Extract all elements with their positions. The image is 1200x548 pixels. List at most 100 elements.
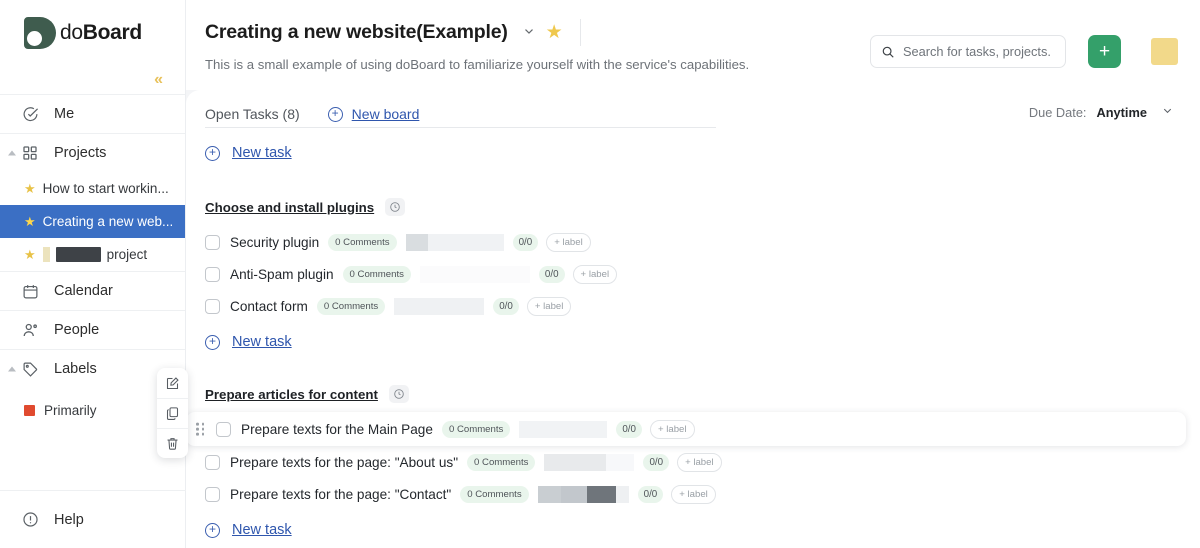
task-checkbox[interactable] — [205, 266, 220, 282]
search-icon — [881, 45, 895, 59]
sidebar-collapse-row: « — [0, 66, 185, 94]
comments-badge[interactable]: 0 Comments — [467, 453, 536, 471]
task-group-prepare-articles-for-content: Prepare articles for content Prepare tex… — [186, 385, 1200, 542]
new-board-label: New board — [351, 106, 420, 122]
chevron-down-icon[interactable] — [522, 24, 536, 41]
sidebar-item-label: Me — [54, 106, 75, 122]
group-title[interactable]: Prepare articles for content — [205, 387, 378, 402]
page-title: Creating a new website(Example) — [205, 20, 508, 43]
sidebar-project-label: Creating a new web... — [42, 214, 174, 229]
add-label-button[interactable]: + label — [526, 296, 572, 316]
drag-handle-icon[interactable] — [196, 422, 205, 436]
sidebar-item-calendar[interactable]: Calendar — [0, 271, 185, 310]
group-header: Choose and install plugins — [186, 198, 1200, 216]
task-name: Prepare texts for the page: "Contact" — [230, 486, 452, 502]
caret-up-icon — [8, 150, 16, 156]
avatar[interactable] — [1151, 38, 1178, 65]
comments-badge[interactable]: 0 Comments — [342, 265, 411, 283]
add-label-button[interactable]: + label — [649, 419, 695, 439]
new-task-button-group-1[interactable]: + New task — [186, 330, 1200, 354]
floating-toolbar — [157, 368, 188, 458]
info-circle-icon — [22, 511, 44, 528]
table-row[interactable]: Prepare texts for the page: "About us" 0… — [186, 446, 1200, 478]
table-row[interactable]: Prepare texts for the Main Page 0 Commen… — [186, 412, 1186, 446]
task-checkbox[interactable] — [216, 421, 231, 437]
sidebar-item-label: Projects — [54, 145, 107, 161]
people-icon — [22, 321, 44, 339]
add-button[interactable]: + — [1088, 35, 1121, 68]
comments-badge[interactable]: 0 Comments — [460, 485, 529, 503]
task-checkbox[interactable] — [205, 298, 220, 314]
tabs-row: Open Tasks (8) + New board Due Date: Any… — [186, 90, 1200, 128]
table-row[interactable]: Prepare texts for the page: "Contact" 0 … — [186, 478, 1200, 510]
sidebar: doBoard « Me Projects ★ How to start wor… — [0, 0, 186, 548]
favorite-star-icon[interactable]: ★ — [546, 21, 563, 44]
table-row[interactable]: Security plugin 0 Comments 0/0 + label — [186, 226, 1200, 258]
sidebar-project-creating-a-new-website[interactable]: ★ Creating a new web... — [0, 205, 185, 238]
due-date-label: Due Date: — [1028, 104, 1087, 120]
sidebar-project-redacted[interactable]: ★ project — [0, 238, 185, 271]
add-label-button[interactable]: + label — [671, 484, 716, 504]
add-label-button[interactable]: + label — [572, 264, 618, 284]
chevron-double-left-icon[interactable]: « — [154, 72, 163, 88]
redacted-bar — [405, 233, 504, 251]
comments-badge[interactable]: 0 Comments — [328, 233, 397, 251]
task-name: Security plugin — [230, 234, 320, 250]
sidebar-item-people[interactable]: People — [0, 310, 185, 349]
new-board-button[interactable]: + New board — [327, 106, 420, 122]
delete-button[interactable] — [157, 428, 188, 458]
brand-logo[interactable]: doBoard — [0, 0, 185, 66]
brand-name-light: do — [60, 21, 83, 44]
due-date-filter[interactable]: Due Date: Anytime — [1029, 104, 1174, 120]
sidebar-item-label: Help — [54, 511, 84, 528]
task-checkbox[interactable] — [205, 486, 220, 502]
due-date-value: Anytime — [1096, 104, 1148, 120]
add-label-button[interactable]: + label — [677, 452, 722, 472]
new-task-button-top[interactable]: + New task — [186, 141, 1200, 165]
chevron-down-icon — [1161, 104, 1174, 120]
task-checkbox[interactable] — [205, 454, 220, 470]
comments-badge[interactable]: 0 Comments — [316, 297, 386, 315]
tab-open-tasks[interactable]: Open Tasks (8) — [205, 106, 300, 122]
tabs-underline — [205, 127, 716, 128]
sidebar-item-me[interactable]: Me — [0, 94, 185, 133]
task-name: Anti-Spam plugin — [230, 266, 334, 282]
clock-icon[interactable] — [385, 198, 406, 216]
redacted-bar — [394, 297, 485, 315]
subtask-count: 0/0 — [643, 453, 670, 471]
edit-button[interactable] — [157, 368, 188, 398]
redacted-bar — [537, 485, 629, 503]
table-row[interactable]: Anti-Spam plugin 0 Comments 0/0 + label — [186, 258, 1200, 290]
new-task-button-group-2[interactable]: + New task — [186, 518, 1200, 542]
sidebar-project-how-to-start[interactable]: ★ How to start workin... — [0, 172, 185, 205]
star-icon: ★ — [24, 246, 36, 262]
plus-circle-icon: + — [327, 106, 343, 122]
star-icon: ★ — [24, 213, 36, 229]
plus-icon: + — [1098, 40, 1111, 62]
new-task-label: New task — [232, 334, 292, 350]
task-name: Prepare texts for the page: "About us" — [230, 454, 459, 470]
plus-circle-icon: + — [205, 522, 220, 538]
caret-up-icon — [8, 366, 16, 372]
table-row[interactable]: Contact form 0 Comments 0/0 + label — [186, 290, 1200, 322]
sidebar-project-label: How to start workin... — [42, 181, 169, 196]
new-task-label: New task — [232, 145, 292, 161]
sidebar-item-projects[interactable]: Projects — [0, 133, 185, 172]
task-checkbox[interactable] — [205, 234, 220, 250]
sidebar-item-help[interactable]: Help — [0, 490, 186, 548]
task-group-choose-and-install-plugins: Choose and install plugins Security plug… — [186, 198, 1200, 354]
add-label-button[interactable]: + label — [546, 232, 591, 252]
sidebar-label-text: Primarily — [44, 402, 97, 418]
brand-name-bold: Board — [82, 21, 142, 44]
group-title[interactable]: Choose and install plugins — [205, 200, 374, 215]
subtask-count: 0/0 — [493, 297, 519, 315]
search-input[interactable] — [903, 44, 1063, 59]
comments-badge[interactable]: 0 Comments — [441, 420, 511, 438]
plus-circle-icon: + — [205, 334, 220, 350]
search-box[interactable] — [870, 35, 1066, 68]
sidebar-item-label: People — [54, 322, 100, 338]
redacted-name — [55, 247, 101, 262]
calendar-icon — [22, 283, 44, 300]
clock-icon[interactable] — [388, 385, 409, 403]
duplicate-button[interactable] — [157, 398, 188, 428]
